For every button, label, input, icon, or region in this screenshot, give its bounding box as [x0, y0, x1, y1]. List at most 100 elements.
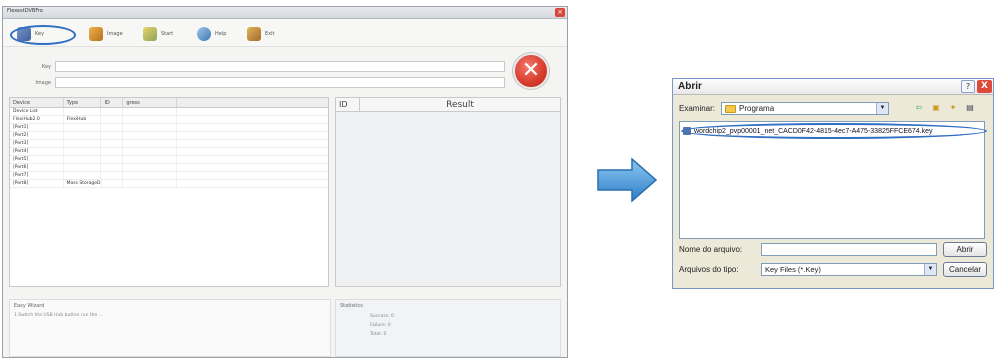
table-row[interactable]: [Port4] [10, 148, 328, 156]
device-name: [Port2] [10, 132, 64, 139]
device-type [64, 148, 102, 155]
bottom-panels: Easy Wizard 1.Switch the USB Hub button … [9, 299, 563, 357]
exit-button[interactable]: Exit [247, 26, 274, 42]
dialog-title: Abrir [678, 81, 702, 92]
device-name: [Port8] [10, 180, 64, 187]
col-device[interactable]: Device [10, 98, 64, 107]
filename-input[interactable] [761, 243, 937, 256]
stat-failure: Failure: 0 [370, 323, 391, 328]
right-arrow-icon [597, 157, 658, 203]
dialog-close-button[interactable]: X [977, 80, 992, 93]
dialog-help-button[interactable]: ? [961, 80, 975, 93]
new-folder-icon[interactable]: ✦ [947, 102, 959, 113]
table-row[interactable]: [Port8] Mass StorageD [10, 180, 328, 188]
error-stop-icon[interactable]: ✕ [513, 53, 549, 89]
device-name: [Port6] [10, 164, 64, 171]
device-type [64, 164, 102, 171]
help-icon [197, 27, 211, 41]
image-button[interactable]: Image [89, 26, 123, 42]
device-name: [Port7] [10, 172, 64, 179]
device-name: [Port1] [10, 124, 64, 131]
filetype-row: Arquivos do tipo: Key Files (*.Key) ▼ [679, 263, 937, 276]
col-progress[interactable]: gress [123, 98, 177, 107]
device-type: Mass StorageD [64, 180, 102, 187]
col-result-id[interactable]: ID [336, 98, 360, 111]
key-highlight-ellipse [10, 25, 76, 45]
image-button-label: Image [107, 31, 123, 37]
key-field-label: Key [41, 63, 51, 70]
device-type [64, 132, 102, 139]
look-in-value: Programa [739, 104, 775, 113]
device-type [64, 156, 102, 163]
col-result[interactable]: Result [360, 98, 560, 111]
device-name: [Port3] [10, 140, 64, 147]
table-row[interactable]: [Port3] [10, 140, 328, 148]
device-name: [Port4] [10, 148, 64, 155]
table-row[interactable]: [Port1] [10, 124, 328, 132]
app-window: FlexestDVBFro × Key Image Start Help Exi… [2, 6, 568, 358]
stat-success: Success: 0 [370, 314, 394, 319]
image-icon [89, 27, 103, 41]
up-folder-icon[interactable]: ▣ [930, 102, 942, 113]
filetype-select[interactable]: Key Files (*.Key) ▼ [761, 263, 937, 276]
open-file-dialog: Abrir ? X Examinar: Programa ▼ ⇦ ▣ ✦ ▤ w… [672, 78, 994, 289]
filename-row: Nome do arquivo: [679, 243, 937, 256]
filetype-value: Key Files (*.Key) [765, 265, 821, 274]
cancel-button[interactable]: Cancelar [943, 262, 987, 277]
key-field-row: Key [11, 61, 505, 72]
start-button[interactable]: Start [143, 26, 173, 42]
table-row[interactable]: [Port7] [10, 172, 328, 180]
table-row[interactable]: [Port2] [10, 132, 328, 140]
result-table-header: ID Result [336, 98, 560, 112]
wizard-title: Easy Wizard [14, 303, 45, 309]
dialog-titlebar: Abrir ? X [673, 79, 993, 95]
result-table: ID Result [335, 97, 561, 287]
app-title: FlexestDVBFro [7, 8, 43, 14]
app-close-button[interactable]: × [555, 8, 565, 17]
dialog-nav-icons: ⇦ ▣ ✦ ▤ [913, 102, 976, 113]
image-field-label: Image [35, 79, 51, 86]
help-button[interactable]: Help [197, 26, 226, 42]
back-icon[interactable]: ⇦ [913, 102, 925, 113]
file-fields: Key Image [3, 47, 567, 95]
open-button[interactable]: Abrir [943, 242, 987, 257]
easy-wizard-panel: Easy Wizard 1.Switch the USB Hub button … [9, 299, 331, 357]
device-type [64, 108, 102, 115]
table-row[interactable]: FlexiHub2.0 FlexiHub [10, 116, 328, 124]
stat-total: Total: 0 [370, 332, 387, 337]
table-row[interactable]: [Port5] [10, 156, 328, 164]
device-type: FlexiHub [64, 116, 102, 123]
chevron-down-icon[interactable]: ▼ [924, 264, 936, 275]
look-in-select[interactable]: Programa ▼ [721, 102, 890, 115]
wizard-line: 1.Switch the USB Hub button run the ... [14, 313, 103, 318]
key-field[interactable] [55, 61, 505, 72]
image-field-row: Image [11, 77, 505, 88]
folder-icon [725, 104, 737, 113]
table-row[interactable]: Device List [10, 108, 328, 116]
exit-button-label: Exit [265, 31, 275, 37]
device-table-header: Device Type ID gress [10, 98, 328, 108]
device-type [64, 140, 102, 147]
device-name: FlexiHub2.0 [10, 116, 64, 123]
col-type[interactable]: Type [64, 98, 102, 107]
device-name: Device List [10, 108, 64, 115]
result-table-body [336, 112, 560, 286]
start-icon [143, 27, 157, 41]
statistics-panel: Statistics Success: 0 Failure: 0 Total: … [335, 299, 561, 357]
filetype-label: Arquivos do tipo: [679, 265, 739, 274]
statistics-title: Statistics [340, 303, 363, 309]
look-in-label: Examinar: [679, 104, 716, 113]
view-menu-icon[interactable]: ▤ [964, 102, 976, 113]
col-id[interactable]: ID [101, 98, 124, 107]
start-button-label: Start [161, 31, 174, 37]
filename-label: Nome do arquivo: [679, 245, 743, 254]
look-in-row: Examinar: Programa ▼ [679, 102, 890, 115]
device-type [64, 124, 102, 131]
exit-icon [247, 27, 261, 41]
device-name: [Port5] [10, 156, 64, 163]
device-table: Device Type ID gress Device List FlexiHu… [9, 97, 329, 287]
table-row[interactable]: [Port6] [10, 164, 328, 172]
chevron-down-icon[interactable]: ▼ [876, 103, 889, 114]
main-grid: Device Type ID gress Device List FlexiHu… [9, 97, 563, 297]
image-field[interactable] [55, 77, 505, 88]
